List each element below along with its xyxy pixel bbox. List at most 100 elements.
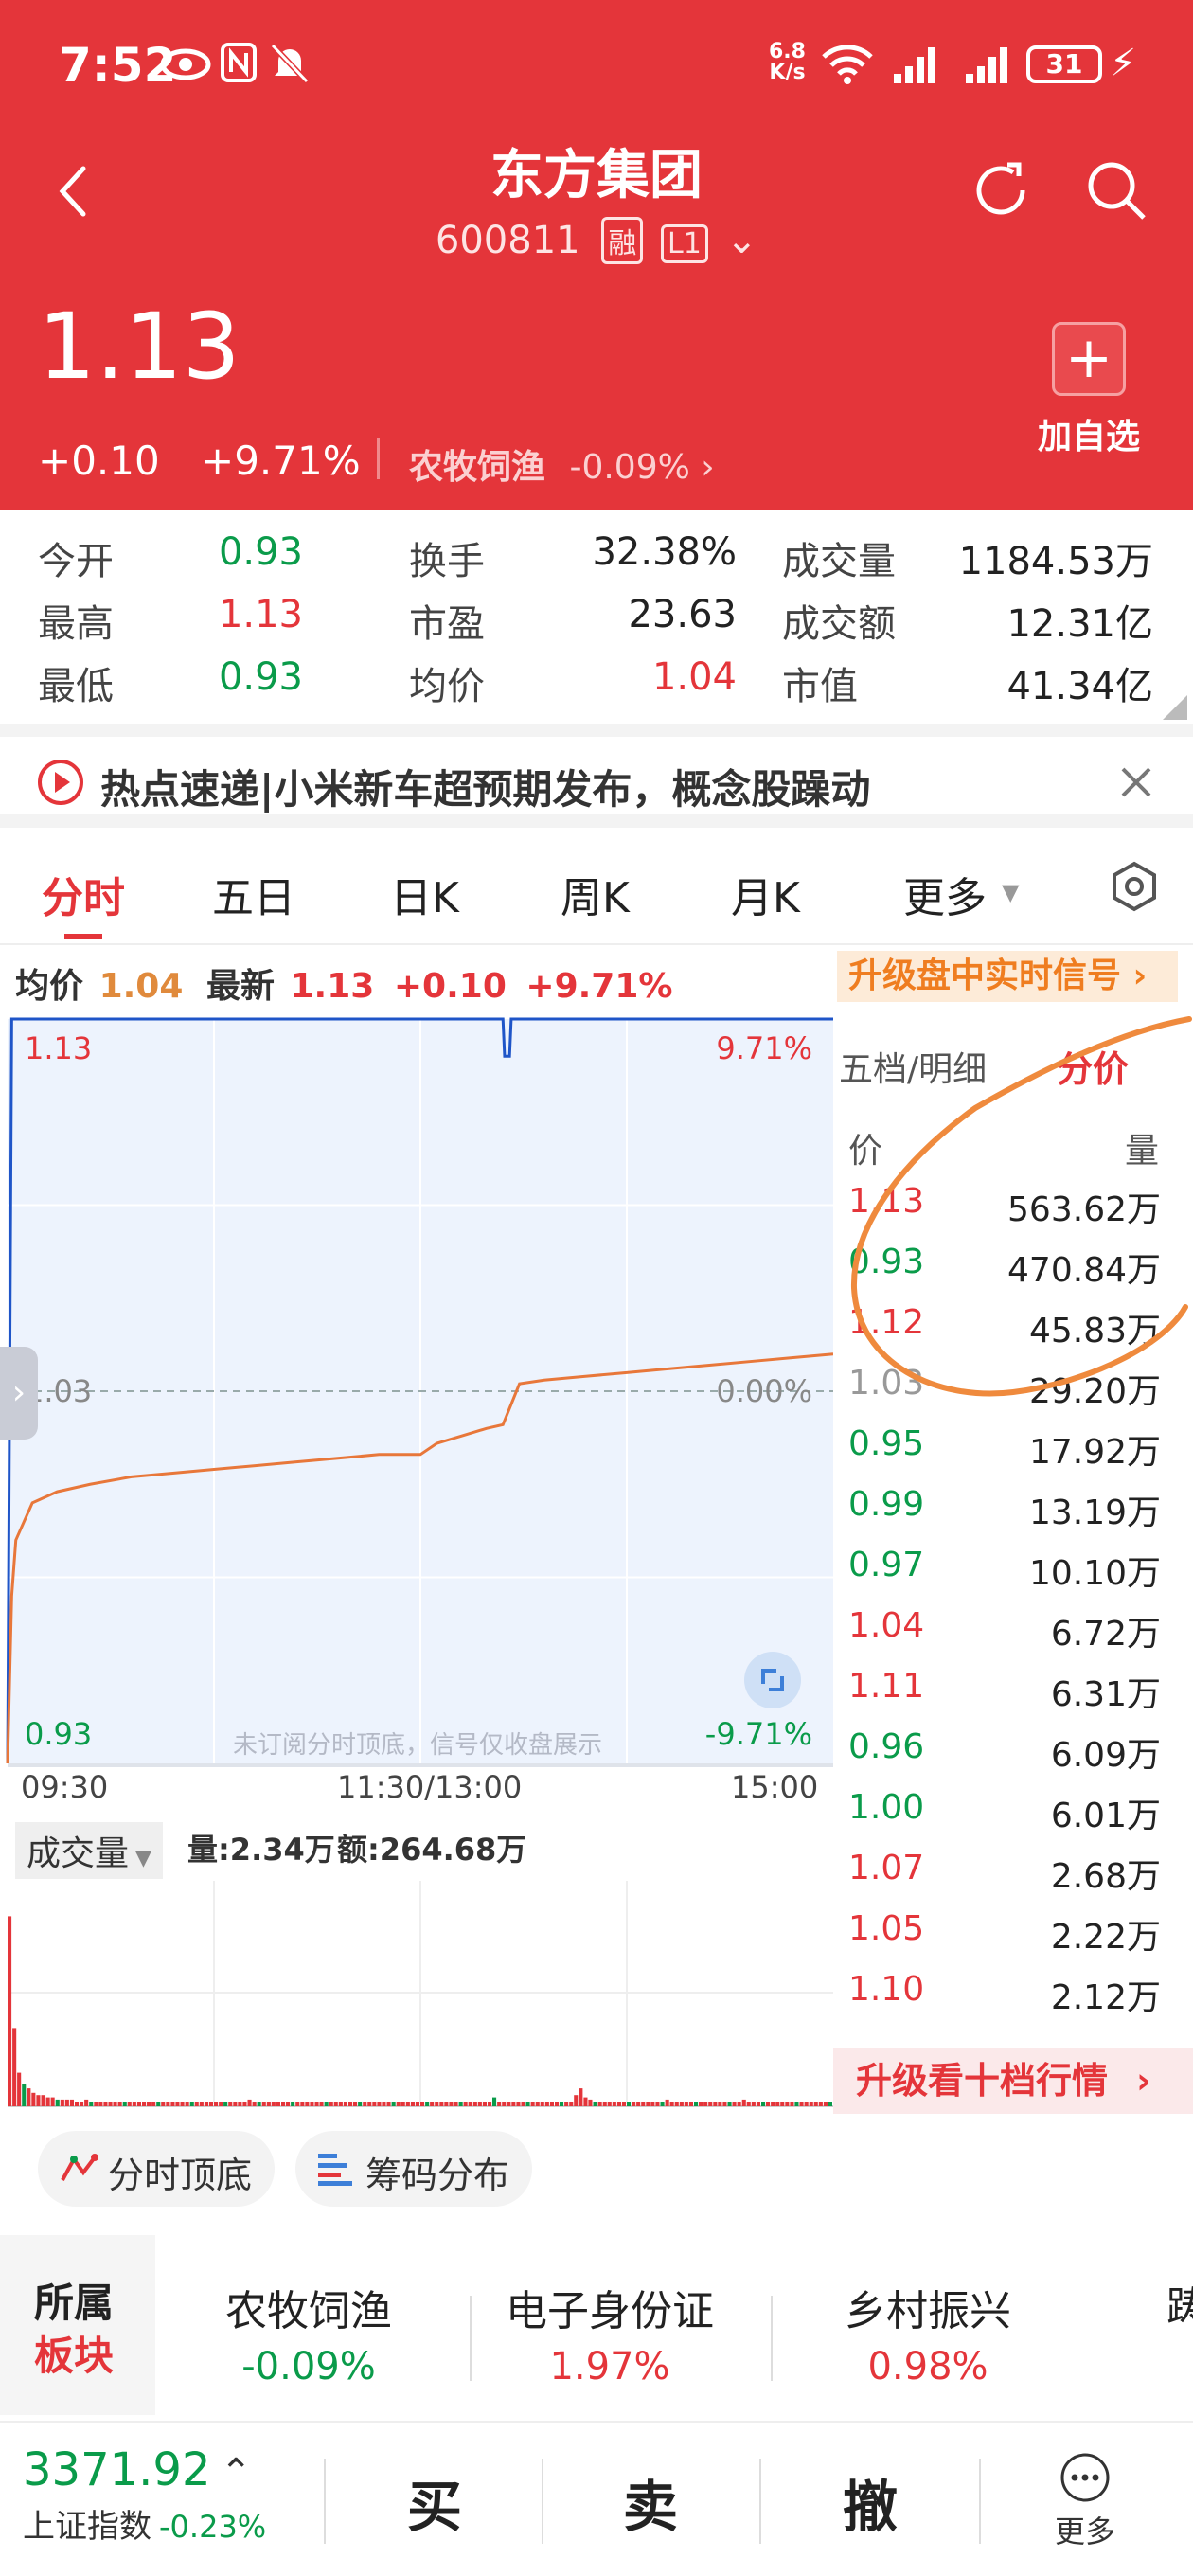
volume-bar [410, 2102, 415, 2106]
pct-label-high: 9.71% [716, 1030, 812, 1066]
back-icon[interactable] [55, 163, 93, 220]
add-watch-button[interactable]: + 加自选 [1032, 322, 1146, 458]
volume-bar [180, 2102, 185, 2106]
volume-bar [12, 2028, 17, 2106]
more-button[interactable]: 更多 [1047, 2451, 1123, 2551]
settings-icon[interactable] [1108, 860, 1161, 913]
close-icon[interactable] [1119, 765, 1153, 799]
volume-bar [646, 2102, 650, 2106]
volume-bar [367, 2102, 372, 2106]
chevron-down-icon[interactable]: ⌄ [726, 219, 758, 262]
volume-bar [732, 2102, 737, 2106]
more-label: 更多 [1054, 2513, 1115, 2549]
volume-bar [544, 2102, 549, 2106]
index-widget[interactable]: 3371.92 ⌃ 上证指数 -0.23% [23, 2443, 266, 2547]
volume-bar [108, 2102, 113, 2106]
volume-bar [358, 2102, 363, 2106]
tab-more[interactable]: 更多 [903, 864, 987, 924]
upgrade-ten-button[interactable]: 升级看十档行情 › [833, 2048, 1193, 2114]
chart-tabs: 分时 五日 日K 周K 月K 更多 ▼ [0, 828, 1193, 945]
latest-label: 最新 [205, 967, 275, 1006]
fullscreen-icon [761, 1669, 784, 1691]
volume-bar [343, 2102, 347, 2106]
header-sector-link[interactable]: 农牧饲渔 -0.09% › [409, 439, 715, 489]
volume-bar [785, 2102, 790, 2106]
volume-bar [396, 2102, 401, 2106]
volume-bar [688, 2102, 693, 2106]
volume-bar [425, 2102, 430, 2106]
volume-bar [156, 2102, 161, 2106]
volume-bar [607, 2102, 612, 2106]
order-book-row: 0.96 6.09万 [848, 1727, 1161, 1788]
volume-bar [103, 2102, 108, 2106]
sell-button[interactable]: 卖 [623, 2462, 678, 2542]
tab-intraday[interactable]: 分时 [42, 864, 125, 924]
chevron-right-icon: › [701, 448, 715, 487]
sector-item[interactable]: 电子身份证 1.97% [468, 2277, 752, 2388]
refresh-icon[interactable] [970, 159, 1032, 222]
signal-icon-2 [966, 47, 1007, 83]
trend-icon [61, 2154, 98, 2181]
fullscreen-button[interactable] [744, 1652, 801, 1708]
volume-bar [276, 2102, 280, 2106]
volume-bar [151, 2102, 156, 2106]
volume-bar [113, 2102, 117, 2106]
news-bar[interactable]: 热点速递|小米新车超预期发布，概念股躁动 [0, 724, 1193, 828]
sector-item[interactable]: 农牧饲渔 -0.09% [167, 2277, 451, 2388]
sector-overflow-item[interactable]: 踌 [1166, 2273, 1193, 2334]
expand-corner-icon[interactable] [1163, 695, 1187, 720]
stock-title[interactable]: 东方集团 600811 融 L1 ⌄ [360, 133, 833, 264]
volume-bar [497, 2102, 502, 2106]
buy-button[interactable]: 买 [407, 2462, 462, 2542]
chip-dist-tool-button[interactable]: 筹码分布 [295, 2131, 532, 2207]
chart-expand-handle[interactable]: › [0, 1347, 38, 1440]
status-bar: 7:52 6.8 K/s 31 ⚡ [0, 0, 1193, 133]
volume-bar [588, 2099, 593, 2106]
volume-bar [492, 2097, 497, 2106]
order-book-volume: 13.19万 [1028, 1494, 1161, 1532]
volume-bar [449, 2102, 454, 2106]
news-text: 热点速递|小米新车超预期发布，概念股躁动 [100, 766, 871, 813]
volume-bar [641, 2102, 646, 2106]
volume-bar [612, 2102, 616, 2106]
order-book-row: 1.11 6.31万 [848, 1667, 1161, 1727]
net-speed: 6.8 K/s [769, 42, 806, 83]
volume-bar [727, 2102, 732, 2106]
volume-bar [50, 2097, 55, 2106]
tab-item[interactable]: 日K [390, 864, 459, 924]
more-dots-icon [1060, 2453, 1110, 2502]
intraday-price-chart[interactable]: 1.131.030.939.71%0.00%-9.71% [0, 1011, 833, 1769]
volume-qty: 量:2.34万 [187, 1832, 335, 1868]
tab-item[interactable]: 五日 [212, 864, 295, 924]
volume-bar [756, 2102, 760, 2106]
volume-bar [281, 2102, 286, 2106]
index-name-row: 上证指数 -0.23% [23, 2500, 266, 2547]
volume-bar [775, 2102, 780, 2106]
add-watch-label: 加自选 [1037, 418, 1140, 456]
signal-icon [894, 47, 935, 83]
search-icon[interactable] [1085, 159, 1148, 222]
volume-bar [386, 2102, 391, 2106]
order-book-row: 1.05 2.22万 [848, 1909, 1161, 1970]
top-bottom-tool-button[interactable]: 分时顶底 [38, 2131, 275, 2207]
price-change-pct: +9.71% [201, 438, 361, 484]
volume-bar [530, 2102, 535, 2106]
order-book-row: 1.07 2.68万 [848, 1849, 1161, 1909]
volume-bar [310, 2102, 314, 2106]
volume-bar [482, 2102, 487, 2106]
sector-item[interactable]: 乡村振兴 0.98% [786, 2277, 1070, 2388]
cancel-order-button[interactable]: 撤 [843, 2462, 898, 2542]
volume-bar [17, 2072, 22, 2106]
x-label-close: 15:00 [731, 1769, 819, 1805]
margin-badge: 融 [601, 217, 644, 264]
volume-indicator-select[interactable]: 成交量 ▼ [15, 1822, 163, 1879]
volume-bar [430, 2102, 435, 2106]
tab-item[interactable]: 月K [731, 864, 800, 924]
volume-bar [761, 2102, 766, 2106]
tab-item[interactable]: 周K [561, 864, 630, 924]
avg-label: 均价 [15, 967, 84, 1006]
divider [377, 438, 380, 479]
order-book-volume: 2.22万 [1050, 1918, 1161, 1957]
pct-label-low: -9.71% [705, 1716, 812, 1752]
volume-bar [257, 2102, 261, 2106]
